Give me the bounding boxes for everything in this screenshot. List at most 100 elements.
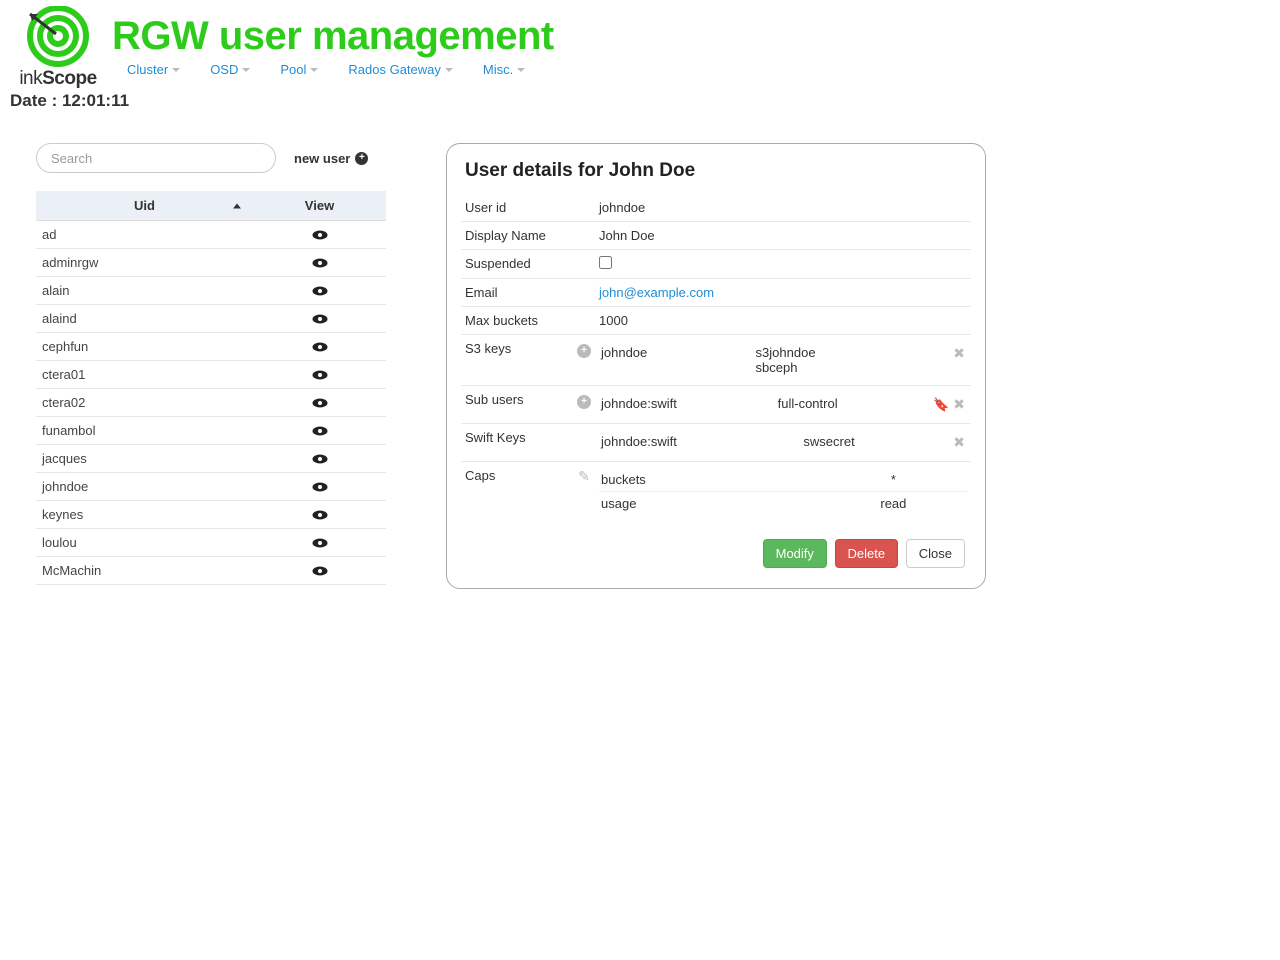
uid-cell: alain — [36, 277, 253, 305]
bookmark-icon[interactable]: 🔖 — [933, 397, 949, 412]
view-user-button[interactable] — [259, 286, 380, 296]
eye-icon — [312, 566, 328, 576]
table-row: johndoe — [36, 473, 386, 501]
eye-icon — [312, 370, 328, 380]
plus-icon: + — [355, 152, 368, 165]
label-s3keys: S3 keys — [461, 335, 573, 386]
col-uid[interactable]: Uid — [36, 191, 253, 221]
view-user-button[interactable] — [259, 538, 380, 548]
label-suspended: Suspended — [461, 250, 573, 279]
table-row: alaind — [36, 305, 386, 333]
label-user-id: User id — [461, 194, 573, 222]
view-user-button[interactable] — [259, 510, 380, 520]
s3key-keys: s3johndoesbceph — [754, 341, 917, 379]
subuser-id: johndoe:swift — [599, 392, 776, 417]
table-row: loulou — [36, 529, 386, 557]
nav-item-0[interactable]: Cluster — [127, 62, 180, 77]
eye-icon — [312, 454, 328, 464]
chevron-down-icon — [172, 68, 180, 72]
nav-item-3[interactable]: Rados Gateway — [348, 62, 453, 77]
table-row: McMachin — [36, 557, 386, 585]
delete-subuser-button[interactable]: ✖ — [953, 396, 965, 412]
col-view[interactable]: View — [253, 191, 386, 221]
table-row: cephfun — [36, 333, 386, 361]
chevron-down-icon — [517, 68, 525, 72]
delete-button[interactable]: Delete — [835, 539, 899, 568]
swiftkey-user: johndoe:swift — [599, 430, 801, 455]
view-user-button[interactable] — [259, 398, 380, 408]
eye-icon — [312, 538, 328, 548]
new-user-button[interactable]: new user + — [294, 151, 368, 166]
view-user-button[interactable] — [259, 454, 380, 464]
user-table: Uid View adadminrgwalainalaindcephfuncte… — [36, 191, 386, 585]
label-swiftkeys: Swift Keys — [461, 424, 573, 462]
view-user-button[interactable] — [259, 314, 380, 324]
table-row: jacques — [36, 445, 386, 473]
suspended-checkbox[interactable] — [599, 256, 612, 269]
chevron-down-icon — [242, 68, 250, 72]
close-button[interactable]: Close — [906, 539, 965, 568]
label-email: Email — [461, 279, 573, 307]
nav-item-1[interactable]: OSD — [210, 62, 250, 77]
value-user-id: johndoe — [595, 194, 971, 222]
uid-cell: keynes — [36, 501, 253, 529]
search-input[interactable] — [36, 143, 276, 173]
eye-icon — [312, 426, 328, 436]
table-row: ctera01 — [36, 361, 386, 389]
delete-swiftkey-button[interactable]: ✖ — [953, 434, 965, 450]
subuser-perm: full-control — [776, 392, 894, 417]
details-heading: User details for John Doe — [465, 160, 971, 182]
sort-asc-icon — [233, 203, 241, 208]
uid-cell: McMachin — [36, 557, 253, 585]
view-user-button[interactable] — [259, 482, 380, 492]
view-user-button[interactable] — [259, 342, 380, 352]
delete-s3key-button[interactable]: ✖ — [953, 345, 965, 361]
nav-item-2[interactable]: Pool — [280, 62, 318, 77]
view-user-button[interactable] — [259, 426, 380, 436]
eye-icon — [312, 398, 328, 408]
details-panel: User details for John Doe User id johndoe… — [446, 143, 986, 589]
page-title: RGW user management — [112, 14, 554, 59]
eye-icon — [312, 230, 328, 240]
new-user-label: new user — [294, 151, 350, 166]
view-user-button[interactable] — [259, 370, 380, 380]
view-user-button[interactable] — [259, 258, 380, 268]
date-label: Date : 12:01:11 — [0, 85, 1280, 111]
cap-type: usage — [599, 492, 820, 516]
uid-cell: ctera01 — [36, 361, 253, 389]
uid-cell: adminrgw — [36, 249, 253, 277]
email-link[interactable]: john@example.com — [599, 285, 714, 300]
label-display-name: Display Name — [461, 222, 573, 250]
table-row: keynes — [36, 501, 386, 529]
value-max-buckets: 1000 — [595, 307, 971, 335]
eye-icon — [312, 258, 328, 268]
uid-cell: loulou — [36, 529, 253, 557]
modify-button[interactable]: Modify — [763, 539, 827, 568]
add-subuser-button[interactable]: + — [577, 395, 591, 409]
brand-logo: inkScope — [10, 6, 106, 90]
table-row: ctera02 — [36, 389, 386, 417]
target-icon — [18, 6, 98, 70]
view-user-button[interactable] — [259, 230, 380, 240]
table-row: funambol — [36, 417, 386, 445]
eye-icon — [312, 510, 328, 520]
cap-perm: read — [820, 492, 967, 516]
cap-perm: * — [820, 468, 967, 492]
main-nav: Cluster OSD Pool Rados Gateway Misc. — [112, 62, 1280, 85]
eye-icon — [312, 482, 328, 492]
table-row: adminrgw — [36, 249, 386, 277]
table-row: ad — [36, 221, 386, 249]
uid-cell: cephfun — [36, 333, 253, 361]
label-subusers: Sub users — [461, 386, 573, 424]
brand-text: inkScope — [19, 68, 96, 90]
uid-cell: johndoe — [36, 473, 253, 501]
value-display-name: John Doe — [595, 222, 971, 250]
view-user-button[interactable] — [259, 566, 380, 576]
cap-type: buckets — [599, 468, 820, 492]
uid-cell: jacques — [36, 445, 253, 473]
s3key-user: johndoe — [599, 341, 754, 379]
add-s3key-button[interactable]: + — [577, 344, 591, 358]
eye-icon — [312, 342, 328, 352]
nav-item-4[interactable]: Misc. — [483, 62, 525, 77]
edit-caps-button[interactable]: ✎ — [578, 468, 590, 484]
